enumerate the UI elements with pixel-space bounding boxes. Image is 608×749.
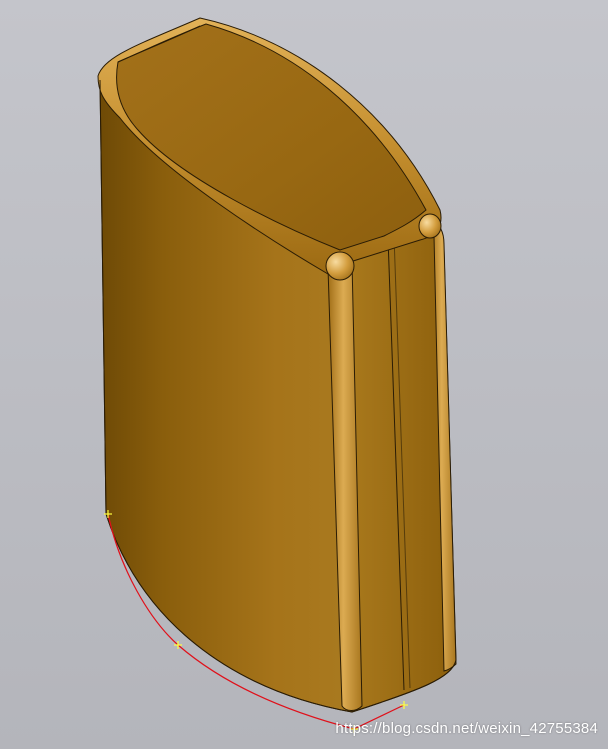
- sketch-point-4[interactable]: [400, 701, 408, 709]
- cad-viewport[interactable]: https://blog.csdn.net/weixin_42755384: [0, 0, 608, 749]
- front-corner-blend[interactable]: [325, 251, 355, 281]
- back-corner-blend[interactable]: [418, 213, 442, 239]
- watermark-url: https://blog.csdn.net/weixin_42755384: [335, 720, 598, 737]
- 3d-model-view[interactable]: [0, 0, 608, 749]
